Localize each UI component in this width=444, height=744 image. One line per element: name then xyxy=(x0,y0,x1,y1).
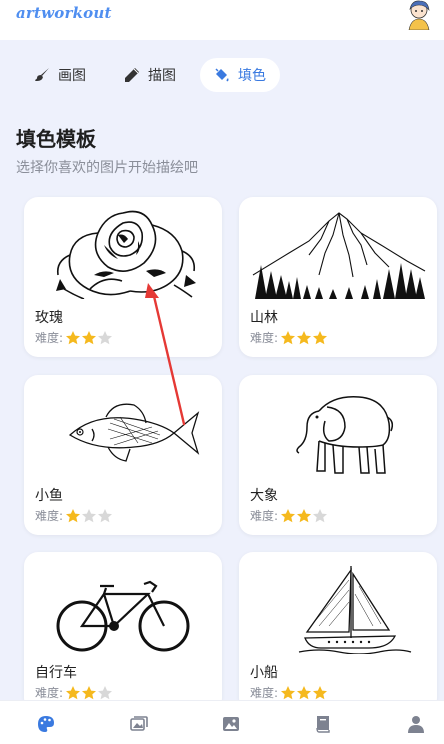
star-empty-icon xyxy=(82,508,97,522)
star-rating xyxy=(280,330,328,346)
elephant-drawing xyxy=(296,396,394,474)
difficulty-label: 难度: xyxy=(250,331,279,345)
difficulty-label: 难度: xyxy=(250,686,279,700)
difficulty-rating: 难度: xyxy=(35,507,113,524)
book-icon[interactable] xyxy=(314,715,332,733)
template-card[interactable]: 山林 难度: xyxy=(239,197,437,357)
star-rating xyxy=(280,508,328,524)
bicycle-drawing xyxy=(56,580,190,652)
star-filled-icon xyxy=(82,330,97,344)
template-name: 山林 xyxy=(250,310,278,326)
image-icon[interactable] xyxy=(222,715,240,733)
template-card[interactable]: 小鱼 难度: xyxy=(24,375,222,535)
template-name: 大象 xyxy=(250,488,278,504)
star-empty-icon xyxy=(98,685,113,699)
star-empty-icon xyxy=(98,330,113,344)
difficulty-rating: 难度: xyxy=(250,684,328,701)
difficulty-rating: 难度: xyxy=(250,507,328,524)
star-filled-icon xyxy=(297,685,312,699)
star-filled-icon xyxy=(66,330,81,344)
mode-tabs: 画图 描图 填色 xyxy=(20,58,280,94)
difficulty-label: 难度: xyxy=(250,509,279,523)
tab-label: 画图 xyxy=(58,68,86,84)
images-icon[interactable] xyxy=(130,715,148,733)
star-rating xyxy=(65,508,113,524)
template-name: 玫瑰 xyxy=(35,310,63,326)
page-subtitle: 选择你喜欢的图片开始描绘吧 xyxy=(16,160,198,176)
app-logo[interactable]: artworkout xyxy=(16,4,112,22)
star-filled-icon xyxy=(297,330,312,344)
top-bar: artworkout xyxy=(0,0,444,40)
rose-drawing xyxy=(56,210,196,299)
star-filled-icon xyxy=(281,685,296,699)
difficulty-rating: 难度: xyxy=(35,329,113,346)
tab-fill-color[interactable]: 填色 xyxy=(200,58,280,92)
user-icon[interactable] xyxy=(407,715,425,733)
paint-bucket-icon xyxy=(215,68,229,82)
template-card[interactable]: 玫瑰 难度: xyxy=(24,197,222,357)
template-card[interactable]: 大象 难度: xyxy=(239,375,437,535)
mountain-forest-drawing xyxy=(252,212,426,299)
star-rating xyxy=(65,685,113,701)
difficulty-label: 难度: xyxy=(35,509,64,523)
difficulty-label: 难度: xyxy=(35,331,64,345)
difficulty-label: 难度: xyxy=(35,686,64,700)
tab-label: 填色 xyxy=(238,68,266,84)
avatar[interactable] xyxy=(406,0,432,30)
star-filled-icon xyxy=(297,508,312,522)
page-title: 填色模板 xyxy=(16,127,96,151)
paintbrush-icon xyxy=(35,68,49,81)
template-card[interactable]: 自行车 难度: xyxy=(24,552,222,712)
template-name: 小鱼 xyxy=(35,488,63,504)
difficulty-rating: 难度: xyxy=(35,684,113,701)
template-card[interactable]: 小船 难度: xyxy=(239,552,437,712)
star-empty-icon xyxy=(313,508,328,522)
star-filled-icon xyxy=(66,508,81,522)
palette-icon[interactable] xyxy=(37,715,55,733)
template-name: 小船 xyxy=(250,665,278,681)
bottom-nav xyxy=(0,700,444,744)
tab-label: 描图 xyxy=(148,68,176,84)
pencil-icon xyxy=(125,68,139,82)
star-rating xyxy=(65,330,113,346)
star-filled-icon xyxy=(313,330,328,344)
difficulty-rating: 难度: xyxy=(250,329,328,346)
tab-draw[interactable]: 画图 xyxy=(20,58,100,92)
star-empty-icon xyxy=(98,508,113,522)
star-filled-icon xyxy=(66,685,81,699)
sailboat-drawing xyxy=(298,566,412,654)
star-filled-icon xyxy=(281,330,296,344)
fish-drawing xyxy=(68,403,200,462)
star-filled-icon xyxy=(313,685,328,699)
star-filled-icon xyxy=(82,685,97,699)
star-filled-icon xyxy=(281,508,296,522)
tab-trace[interactable]: 描图 xyxy=(110,58,190,92)
star-rating xyxy=(280,685,328,701)
template-name: 自行车 xyxy=(35,665,77,681)
